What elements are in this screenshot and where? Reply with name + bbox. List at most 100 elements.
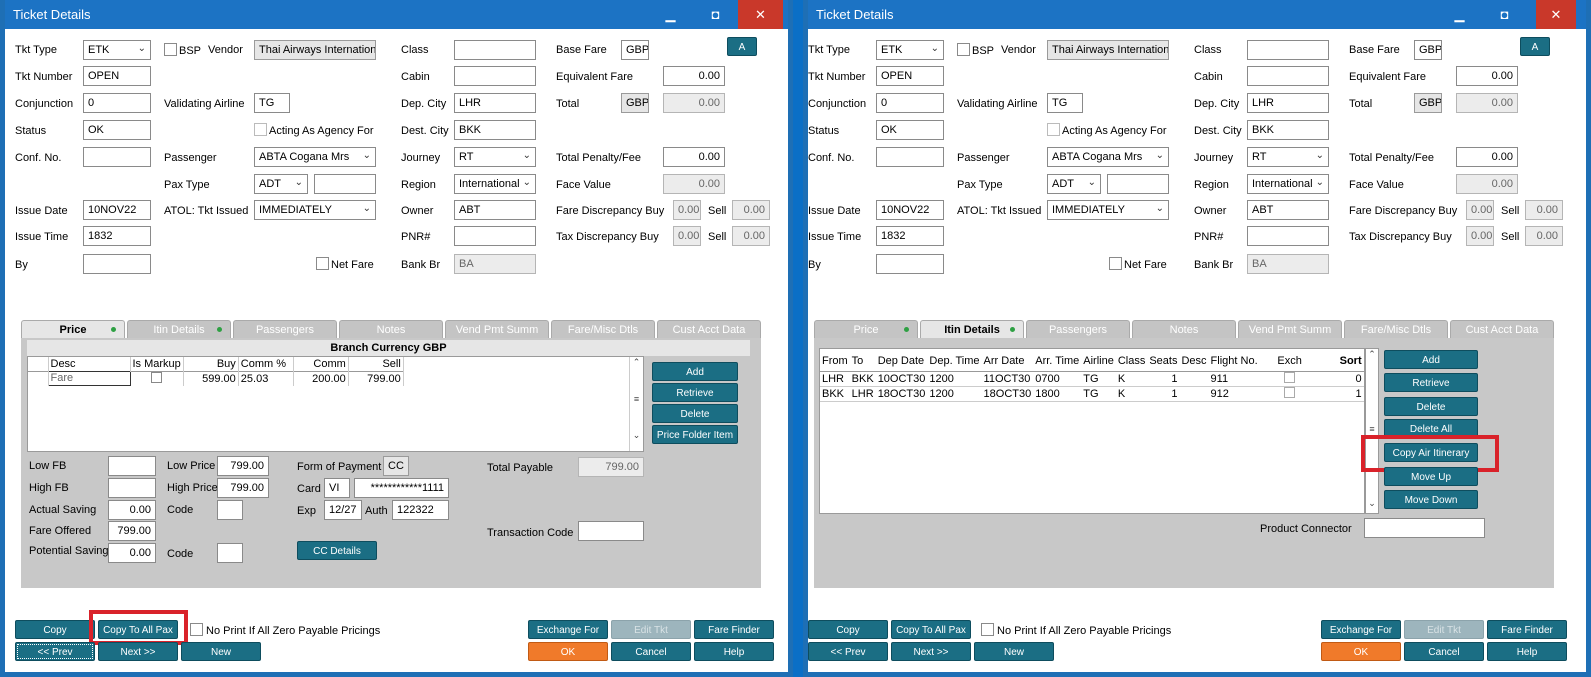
code-field-2[interactable] <box>217 543 243 563</box>
cell-airline[interactable]: TG <box>1081 371 1116 386</box>
add-button[interactable]: Add <box>1384 350 1478 369</box>
cell-comm[interactable]: 200.00 <box>293 371 349 386</box>
dep-city-field[interactable]: LHR <box>454 93 536 113</box>
add-button[interactable]: Add <box>652 362 738 381</box>
tab-price[interactable]: Price <box>21 320 125 338</box>
ok-button[interactable]: OK <box>528 642 608 661</box>
fare-finder-button[interactable]: Fare Finder <box>694 620 774 639</box>
form-of-payment-field[interactable]: CC <box>383 456 409 476</box>
atol-select[interactable]: IMMEDIATELY ⌄ <box>254 200 376 220</box>
move-down-button[interactable]: Move Down <box>1384 490 1478 509</box>
cell-flight-no[interactable]: 912 <box>1209 386 1260 401</box>
prev-button[interactable]: << Prev <box>808 642 888 661</box>
tab-itin-details[interactable]: Itin Details <box>920 320 1024 338</box>
low-fb-field[interactable] <box>108 456 156 476</box>
transaction-code-field[interactable] <box>578 521 644 541</box>
scroll-up-icon[interactable]: ⌃ <box>1366 349 1378 360</box>
total-penalty-field[interactable]: 0.00 <box>663 147 725 167</box>
cell-arr-date[interactable]: 11OCT30 <box>982 371 1034 386</box>
no-print-checkbox[interactable] <box>981 623 994 636</box>
delete-button[interactable]: Delete <box>1384 397 1478 416</box>
conjunction-field[interactable]: 0 <box>83 93 151 113</box>
fare-offered-field[interactable]: 799.00 <box>108 521 156 541</box>
cell-to[interactable]: BKK <box>850 371 876 386</box>
tab-notes[interactable]: Notes <box>339 320 443 338</box>
conf-no-field[interactable] <box>83 147 151 167</box>
copy-to-all-pax-button[interactable]: Copy To All Pax <box>891 620 971 639</box>
tab-fare-misc-dtls[interactable]: Fare/Misc Dtls <box>551 320 655 338</box>
actual-saving-field[interactable]: 0.00 <box>108 500 156 520</box>
delete-button[interactable]: Delete <box>652 404 738 423</box>
tkt-type-select[interactable]: ETK ⌄ <box>83 40 151 60</box>
a-button[interactable]: A <box>727 37 757 56</box>
a-button[interactable]: A <box>1520 37 1550 56</box>
dep-city-field[interactable]: LHR <box>1247 93 1329 113</box>
tab-passengers[interactable]: Passengers <box>1026 320 1130 338</box>
tab-cust-acct-data[interactable]: Cust Acct Data <box>657 320 761 338</box>
bsp-checkbox[interactable] <box>957 43 970 56</box>
move-up-button[interactable]: Move Up <box>1384 467 1478 486</box>
cell-dep-time[interactable]: 1200 <box>927 386 981 401</box>
tkt-number-field[interactable]: OPEN <box>876 66 944 86</box>
scroll-up-icon[interactable]: ⌃ <box>630 357 643 368</box>
exch-checkbox[interactable] <box>1284 386 1296 398</box>
auth-field[interactable]: 122322 <box>392 500 449 520</box>
owner-field[interactable]: ABT <box>1247 200 1329 220</box>
tab-vend-pmt-summ[interactable]: Vend Pmt Summ <box>1238 320 1342 338</box>
issue-date-field[interactable]: 10NOV22 <box>876 200 944 220</box>
issue-time-field[interactable]: 1832 <box>876 226 944 246</box>
passenger-select[interactable]: ABTA Cogana Mrs ⌄ <box>254 147 376 167</box>
tab-passengers[interactable]: Passengers <box>233 320 337 338</box>
cell-from[interactable]: BKK <box>820 386 850 401</box>
exch-checkbox[interactable] <box>1284 371 1296 383</box>
ok-button[interactable]: OK <box>1321 642 1401 661</box>
issue-time-field[interactable]: 1832 <box>83 226 151 246</box>
base-fare-currency[interactable]: GBP <box>1414 40 1442 60</box>
cell-desc[interactable] <box>1179 386 1208 401</box>
help-button[interactable]: Help <box>694 642 774 661</box>
cell-airline[interactable]: TG <box>1081 386 1116 401</box>
by-field[interactable] <box>876 254 944 274</box>
close-icon[interactable]: ✕ <box>738 0 783 29</box>
no-print-checkbox[interactable] <box>190 623 203 636</box>
bsp-checkbox[interactable] <box>164 43 177 56</box>
bank-br-field[interactable]: BA <box>454 254 536 274</box>
table-row[interactable]: Fare 599.00 25.03 200.00 799.00 <box>28 370 404 386</box>
cell-class[interactable]: K <box>1116 371 1148 386</box>
equivalent-fare-field[interactable]: 0.00 <box>663 66 725 86</box>
cancel-button[interactable]: Cancel <box>1404 642 1484 661</box>
prev-button[interactable]: << Prev <box>15 642 95 661</box>
scroll-down-icon[interactable]: ⌄ <box>630 430 643 441</box>
dest-city-field[interactable]: BKK <box>1247 120 1329 140</box>
next-button[interactable]: Next >> <box>891 642 971 661</box>
copy-button[interactable]: Copy <box>15 620 95 639</box>
price-grid-scrollbar[interactable]: ⌃ ≡ ⌄ <box>629 357 643 451</box>
pax-type-extra-field[interactable] <box>1107 174 1169 194</box>
card-number-field[interactable]: ************1111 <box>354 478 449 498</box>
pax-type-select[interactable]: ADT ⌄ <box>254 174 308 194</box>
cell-to[interactable]: LHR <box>850 386 876 401</box>
conjunction-field[interactable]: 0 <box>876 93 944 113</box>
help-button[interactable]: Help <box>1487 642 1567 661</box>
itin-grid[interactable]: From To Dep Date Dep. Time Arr Date Arr.… <box>819 348 1365 514</box>
cell-buy[interactable]: 599.00 <box>183 371 239 386</box>
equivalent-fare-field[interactable]: 0.00 <box>1456 66 1518 86</box>
cabin-field[interactable] <box>454 66 536 86</box>
tab-itin-details[interactable]: Itin Details <box>127 320 231 338</box>
pax-type-extra-field[interactable] <box>314 174 376 194</box>
validating-airline-field[interactable]: TG <box>1047 93 1083 113</box>
by-field[interactable] <box>83 254 151 274</box>
base-fare-currency[interactable]: GBP <box>621 40 649 60</box>
fare-finder-button[interactable]: Fare Finder <box>1487 620 1567 639</box>
vendor-field[interactable]: Thai Airways Internationa <box>1047 40 1169 60</box>
dest-city-field[interactable]: BKK <box>454 120 536 140</box>
net-fare-checkbox[interactable] <box>1109 257 1122 270</box>
card-type-field[interactable]: VI <box>324 478 350 498</box>
status-field[interactable]: OK <box>83 120 151 140</box>
cell-sort[interactable]: 0 <box>1320 371 1364 386</box>
tab-notes[interactable]: Notes <box>1132 320 1236 338</box>
retrieve-button[interactable]: Retrieve <box>1384 373 1478 392</box>
class-field[interactable] <box>1247 40 1329 60</box>
tkt-number-field[interactable]: OPEN <box>83 66 151 86</box>
atol-select[interactable]: IMMEDIATELY ⌄ <box>1047 200 1169 220</box>
